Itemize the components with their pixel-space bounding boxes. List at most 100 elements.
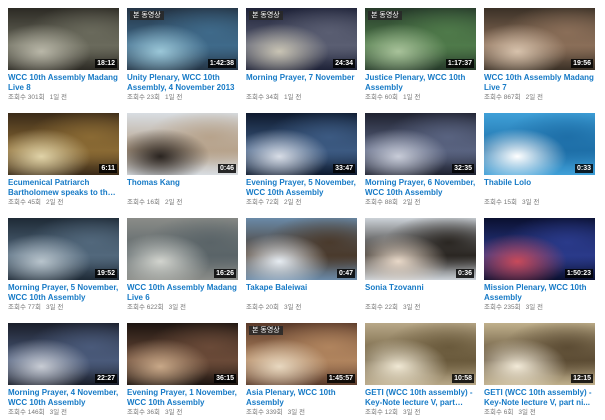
video-card[interactable]: 19:56 WCC 10th Assembly Madang Live 7 조회… [484,8,595,106]
video-title-link[interactable]: WCC 10th Assembly Madang Live 7 [484,73,595,92]
view-count: 조회수 339회 [246,409,283,416]
video-duration: 24:34 [333,59,355,68]
video-thumbnail[interactable]: 1:50:23 [484,218,595,280]
video-duration: 33:47 [333,164,355,173]
view-count: 조회수 20회 [246,304,279,311]
video-title-link[interactable]: Morning Prayer, 7 November [246,73,357,92]
video-thumbnail[interactable]: 본 동영상 1:42:38 [127,8,238,70]
video-card[interactable]: 16:26 WCC 10th Assembly Madang Live 6 조회… [127,218,238,316]
video-duration: 36:15 [214,374,236,383]
video-card[interactable]: 본 동영상 24:34 Morning Prayer, 7 November 조… [246,8,357,106]
video-title-link[interactable]: Takape Baleiwai [246,283,357,302]
upload-age: 3일 전 [402,409,421,416]
video-thumbnail[interactable]: 0:47 [246,218,357,280]
video-meta: 조회수 146회 3일 전 [8,408,119,417]
video-title-link[interactable]: Sonia Tzovanni [365,283,476,302]
video-title-link[interactable]: GETI (WCC 10th assembly) - Key-Note lect… [365,388,476,407]
video-duration: 19:52 [95,269,117,278]
upload-age: 2일 전 [283,199,302,206]
video-thumbnail[interactable]: 18:12 [8,8,119,70]
video-duration: 19:56 [571,59,593,68]
video-thumbnail[interactable]: 본 동영상 1:45:57 [246,323,357,385]
view-count: 조회수 16회 [127,199,160,206]
video-card[interactable]: 22:27 Morning Prayer, 4 November, WCC 10… [8,323,119,420]
view-count: 조회수 146회 [8,409,45,416]
video-card[interactable]: 19:52 Morning Prayer, 5 November, WCC 10… [8,218,119,316]
video-thumbnail[interactable]: 19:52 [8,218,119,280]
video-meta: 조회수 34회 1일 전 [246,93,357,102]
video-card[interactable]: 0:33 Thabile Lolo 조회수 15회 3일 전 [484,113,595,211]
view-count: 조회수 88회 [365,199,398,206]
video-card[interactable]: 10:58 GETI (WCC 10th assembly) - Key-Not… [365,323,476,420]
video-thumbnail[interactable]: 0:36 [365,218,476,280]
video-card[interactable]: 32:35 Morning Prayer, 6 November, WCC 10… [365,113,476,211]
video-title-link[interactable]: GETI (WCC 10th assembly) - Key-Note lect… [484,388,595,407]
video-title-link[interactable]: Unity Plenary, WCC 10th Assembly, 4 Nove… [127,73,238,92]
video-title-link[interactable]: Morning Prayer, 6 November, WCC 10th Ass… [365,178,476,197]
video-title-link[interactable]: Ecumenical Patriarch Bartholomew speaks … [8,178,119,197]
video-thumbnail[interactable]: 12:15 [484,323,595,385]
video-card[interactable]: 0:47 Takape Baleiwai 조회수 20회 3일 전 [246,218,357,316]
video-meta: 조회수 45회 2일 전 [8,198,119,207]
video-card[interactable]: 본 동영상 1:17:37 Justice Plenary, WCC 10th … [365,8,476,106]
watched-badge: 본 동영상 [130,11,164,20]
video-meta: 조회수 36회 3일 전 [127,408,238,417]
video-duration: 0:46 [217,164,236,173]
upload-age: 3일 전 [164,409,183,416]
video-thumbnail[interactable]: 16:26 [127,218,238,280]
video-duration: 18:12 [95,59,117,68]
video-thumbnail[interactable]: 10:58 [365,323,476,385]
view-count: 조회수 23회 [127,94,160,101]
video-card[interactable]: 본 동영상 1:45:57 Asia Plenary, WCC 10th Ass… [246,323,357,420]
view-count: 조회수 867회 [484,94,521,101]
video-card[interactable]: 36:15 Evening Prayer, 1 November, WCC 10… [127,323,238,420]
video-title-link[interactable]: Evening Prayer, 5 November, WCC 10th Ass… [246,178,357,197]
video-card[interactable]: 0:36 Sonia Tzovanni 조회수 22회 3일 전 [365,218,476,316]
video-thumbnail[interactable]: 33:47 [246,113,357,175]
watched-badge: 본 동영상 [368,11,402,20]
video-title-link[interactable]: WCC 10th Assembly Madang Live 8 [8,73,119,92]
video-duration: 1:45:57 [326,374,355,383]
video-card[interactable]: 12:15 GETI (WCC 10th assembly) - Key-Not… [484,323,595,420]
video-meta: 조회수 6회 3일 전 [484,408,595,417]
video-duration: 1:50:23 [564,269,593,278]
video-card[interactable]: 1:50:23 Mission Plenary, WCC 10th Assemb… [484,218,595,316]
video-meta: 조회수 22회 3일 전 [365,303,476,312]
view-count: 조회수 77회 [8,304,41,311]
view-count: 조회수 301회 [8,94,45,101]
upload-age: 3일 전 [525,304,543,311]
view-count: 조회수 45회 [8,199,41,206]
video-card[interactable]: 본 동영상 1:42:38 Unity Plenary, WCC 10th As… [127,8,238,106]
video-title-link[interactable]: Thomas Kang [127,178,238,197]
video-thumbnail[interactable]: 본 동영상 24:34 [246,8,357,70]
video-card[interactable]: 33:47 Evening Prayer, 5 November, WCC 10… [246,113,357,211]
video-card[interactable]: 18:12 WCC 10th Assembly Madang Live 8 조회… [8,8,119,106]
video-title-link[interactable]: Asia Plenary, WCC 10th Assembly [246,388,357,407]
video-thumbnail[interactable]: 0:33 [484,113,595,175]
video-meta: 조회수 622회 3일 전 [127,303,238,312]
video-title-link[interactable]: Thabile Lolo [484,178,595,197]
video-duration: 6:11 [99,164,117,173]
video-card[interactable]: 0:46 Thomas Kang 조회수 16회 2일 전 [127,113,238,211]
video-title-link[interactable]: Evening Prayer, 1 November, WCC 10th Ass… [127,388,238,407]
video-title-link[interactable]: Justice Plenary, WCC 10th Assembly [365,73,476,92]
video-thumbnail[interactable]: 36:15 [127,323,238,385]
video-thumbnail[interactable]: 22:27 [8,323,119,385]
view-count: 조회수 22회 [365,304,398,311]
video-meta: 조회수 77회 3일 전 [8,303,119,312]
video-thumbnail[interactable]: 본 동영상 1:17:37 [365,8,476,70]
video-card[interactable]: 6:11 Ecumenical Patriarch Bartholomew sp… [8,113,119,211]
video-title-link[interactable]: WCC 10th Assembly Madang Live 6 [127,283,238,302]
video-thumbnail[interactable]: 32:35 [365,113,476,175]
video-title-link[interactable]: Morning Prayer, 4 November, WCC 10th Ass… [8,388,119,407]
video-title-link[interactable]: Mission Plenary, WCC 10th Assembly [484,283,595,302]
video-title-link[interactable]: Morning Prayer, 5 November, WCC 10th Ass… [8,283,119,302]
video-meta: 조회수 23회 1일 전 [127,93,238,102]
view-count: 조회수 12회 [365,409,398,416]
video-thumbnail[interactable]: 19:56 [484,8,595,70]
video-thumbnail[interactable]: 6:11 [8,113,119,175]
video-duration: 22:27 [95,374,117,383]
video-thumbnail[interactable]: 0:46 [127,113,238,175]
upload-age: 3일 전 [283,304,302,311]
video-duration: 32:35 [452,164,474,173]
